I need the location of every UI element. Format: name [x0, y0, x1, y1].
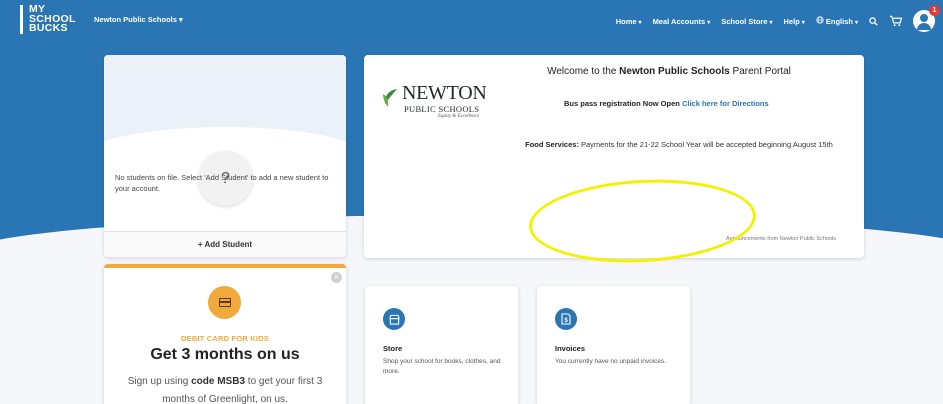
promo-title: Get 3 months on us [150, 346, 300, 363]
welcome-card: Welcome to the Newton Public Schools Par… [364, 55, 864, 258]
chevron-down-icon: ▾ [638, 19, 642, 26]
greenlight-promo-card: × DEBIT CARD FOR KIDS Get 3 months on us… [104, 264, 346, 404]
announcements-source: Announcements from Newton Public Schools [725, 236, 836, 242]
invoices-title: Invoices [555, 344, 586, 353]
chevron-down-icon: ▾ [769, 19, 773, 26]
store-tile[interactable]: Store Shop your school for books, clothe… [365, 286, 518, 404]
students-card-header [104, 55, 346, 207]
nav-school-store[interactable]: School Store ▾ [721, 17, 772, 26]
globe-icon [816, 16, 824, 24]
close-icon[interactable]: × [331, 272, 342, 283]
welcome-title: Welcome to the Newton Public Schools Par… [547, 66, 791, 77]
cart-icon[interactable] [889, 15, 902, 27]
students-card: ? No students on file. Select 'Add Stude… [104, 55, 346, 257]
bus-pass-notice: Bus pass registration Now Open Click her… [564, 99, 769, 108]
store-icon [383, 308, 405, 330]
invoices-description: You currently have no unpaid invoices. [555, 358, 667, 365]
nav-language[interactable]: English ▾ [816, 16, 858, 26]
nav-home[interactable]: Home ▾ [616, 17, 642, 26]
store-description: Shop your school for books, clothes, and… [383, 358, 501, 375]
svg-text:$: $ [564, 318, 568, 324]
chevron-down-icon: ▾ [854, 20, 858, 26]
nav-menu: Home ▾ Meal Accounts ▾ School Store ▾ Help ▾… [616, 5, 940, 32]
promo-eyebrow: DEBIT CARD FOR KIDS [181, 334, 269, 343]
nav-meal-accounts[interactable]: Meal Accounts ▾ [653, 17, 711, 26]
promo-text: Sign up using code MSB3 to get your firs… [127, 376, 323, 404]
notification-badge: 1 [929, 5, 940, 16]
credit-card-icon [208, 286, 241, 319]
promo-code: code MSB3 [191, 376, 246, 387]
invoice-icon: $ [555, 308, 577, 330]
nav-help[interactable]: Help ▾ [784, 17, 805, 26]
newton-logo: NEWTON PUBLIC SCHOOLS Equity & Excellenc… [382, 82, 492, 128]
avatar-icon[interactable]: 1 [913, 5, 940, 32]
invoices-tile[interactable]: $ Invoices You currently have no unpaid … [537, 286, 690, 404]
myschoolbucks-logo[interactable]: MY SCHOOL BUCKS [20, 4, 80, 34]
store-title: Store [383, 344, 403, 353]
leaf-icon [383, 89, 397, 107]
chevron-down-icon: ▾ [801, 19, 805, 26]
add-student-button[interactable]: + Add Student [104, 231, 346, 257]
directions-link[interactable]: Click here for Directions [682, 99, 769, 108]
search-icon[interactable] [869, 16, 878, 26]
food-services-notice: Food Services: Payments for the 21-22 Sc… [525, 140, 833, 149]
no-students-message: No students on file. Select 'Add Student… [115, 173, 329, 193]
top-navbar: MY SCHOOL BUCKS Newton Public Schools ▾ … [0, 0, 943, 42]
district-selector[interactable]: Newton Public Schools ▾ [94, 15, 183, 24]
chevron-down-icon: ▾ [707, 19, 711, 26]
